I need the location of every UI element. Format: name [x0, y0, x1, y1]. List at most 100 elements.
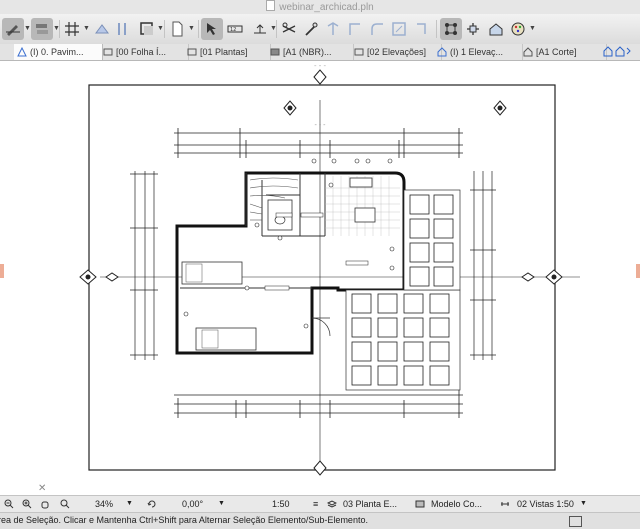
selection-arrow-icon[interactable]: [201, 18, 223, 40]
deck-tile: [403, 365, 424, 386]
toolbar-divider: [59, 20, 60, 38]
dimension-standard-icon: [500, 496, 510, 512]
pencil-ruler-icon[interactable]: [112, 18, 134, 40]
document-icon: [266, 0, 276, 11]
deck-tile: [377, 365, 398, 386]
layout-icon: [354, 48, 364, 56]
layer-frame-icon[interactable]: [136, 18, 158, 40]
canvas-top-grip[interactable]: - - -: [312, 122, 328, 129]
tab-elevacoes[interactable]: [02 Elevações]: [351, 44, 442, 60]
toolbar-divider: [276, 20, 277, 38]
toolbar-divider: [164, 20, 165, 38]
trim-icon[interactable]: [278, 18, 300, 40]
tab-nav-icons: [603, 46, 631, 57]
rotate-view-icon[interactable]: [147, 496, 157, 512]
zoom-in-icon[interactable]: [22, 496, 32, 512]
tab-overflow-menu[interactable]: [602, 44, 638, 60]
quick-options-bar: 34% ▼ 0,00° ▼ 1:50 ≡ 03 Planta E... Mode…: [0, 495, 640, 512]
adjust-icon[interactable]: [344, 18, 366, 40]
deck-tile: [403, 341, 424, 362]
elevation-marker-icon[interactable]: [249, 18, 271, 40]
deck-tile: [409, 266, 430, 287]
close-icon[interactable]: ✕: [38, 483, 46, 494]
group-icon[interactable]: [440, 18, 462, 40]
pencil-icon[interactable]: [2, 18, 24, 40]
floor-plan-icon: [17, 47, 27, 57]
chevron-down-icon[interactable]: ▼: [126, 496, 133, 512]
tab-label: [A1 Corte]: [536, 47, 577, 57]
deck-tile: [433, 194, 454, 215]
offset-icon[interactable]: [388, 18, 410, 40]
document-page-icon[interactable]: [166, 18, 188, 40]
chevron-down-icon[interactable]: ▼: [580, 496, 587, 512]
deck-tile: [429, 293, 450, 314]
ruler-icon[interactable]: [91, 18, 113, 40]
deck-tile: [429, 317, 450, 338]
deck-tile: [409, 218, 430, 239]
chevron-down-icon[interactable]: ▼: [188, 25, 195, 32]
layout-icon: [187, 48, 197, 56]
view-angle[interactable]: 0,00°: [182, 496, 203, 512]
drawing-canvas[interactable]: - - - - - -: [0, 61, 640, 495]
dimension-icon[interactable]: 12: [224, 18, 246, 40]
model-view-options[interactable]: Modelo Co...: [431, 496, 482, 512]
deck-tile: [429, 341, 450, 362]
chevron-down-icon[interactable]: ▼: [157, 25, 164, 32]
zoom-fit-icon[interactable]: [60, 496, 70, 512]
magic-wand-icon[interactable]: [300, 18, 322, 40]
tab-plantas[interactable]: [01 Plantas]: [184, 44, 271, 60]
status-bar: rea de Seleção. Clicar e Mantenha Ctrl+S…: [0, 512, 640, 529]
deck-tile: [409, 194, 430, 215]
toolbar-divider: [198, 20, 199, 38]
tab-label: (I) 0. Pavim...: [30, 47, 84, 57]
svg-text:12: 12: [230, 27, 236, 33]
tab-elevacao-1[interactable]: (I) 1 Elevaç...: [434, 44, 523, 60]
move-icon[interactable]: [462, 18, 484, 40]
tab-label: [01 Plantas]: [200, 47, 248, 57]
tab-a1-nbr[interactable]: [A1 (NBR)...: [267, 44, 354, 60]
window-layout-icon[interactable]: [569, 516, 582, 527]
deck-tile: [433, 242, 454, 263]
deck-tile: [351, 365, 372, 386]
fillet-icon[interactable]: [366, 18, 388, 40]
grid-snap-icon[interactable]: [61, 18, 83, 40]
deck-tile: [409, 242, 430, 263]
layer-stack-icon[interactable]: [31, 18, 53, 40]
deck-tile: [377, 341, 398, 362]
deck-tile: [433, 266, 454, 287]
palette-icon[interactable]: [507, 18, 529, 40]
window-title-bar: webinar_archicad.pln: [0, 0, 640, 14]
deck-tile: [429, 365, 450, 386]
intersect-icon[interactable]: [411, 18, 433, 40]
layout-icon: [270, 48, 280, 56]
tab-a1-corte[interactable]: [A1 Corte]: [520, 44, 607, 60]
tab-floor-plan[interactable]: (I) 0. Pavim...: [14, 44, 103, 60]
deck-tile: [403, 293, 424, 314]
hand-pan-icon[interactable]: [40, 496, 50, 512]
window-title: webinar_archicad.pln: [279, 2, 374, 13]
chevron-down-icon[interactable]: ▼: [529, 25, 536, 32]
tab-label: (I) 1 Elevaç...: [450, 47, 504, 57]
deck-tile: [403, 317, 424, 338]
grip-dots[interactable]: ≡: [313, 496, 318, 512]
chevron-down-icon[interactable]: ▼: [24, 25, 31, 32]
house-icon: [437, 47, 447, 57]
main-toolbar: ▼ ▼ ▼ ▼ ▼ 12 ▼ ▼: [0, 14, 640, 45]
layer-combo-icon: [326, 496, 338, 512]
house-3d-icon[interactable]: [485, 18, 507, 40]
deck-tile: [433, 218, 454, 239]
zoom-out-icon[interactable]: [4, 496, 14, 512]
split-icon[interactable]: [322, 18, 344, 40]
tab-folha[interactable]: [00 Folha Í...: [100, 44, 189, 60]
layer-combination[interactable]: 03 Planta E...: [343, 496, 397, 512]
zoom-level[interactable]: 34%: [95, 496, 113, 512]
view-set[interactable]: 02 Vistas 1:50: [517, 496, 574, 512]
deck-tile: [377, 293, 398, 314]
deck-tile: [351, 341, 372, 362]
chevron-down-icon[interactable]: ▼: [218, 496, 225, 512]
scale-value[interactable]: 1:50: [272, 496, 290, 512]
deck-tile: [351, 317, 372, 338]
tab-label: [02 Elevações]: [367, 47, 427, 57]
chevron-down-icon[interactable]: ▼: [83, 25, 90, 32]
model-view-icon: [415, 496, 425, 512]
